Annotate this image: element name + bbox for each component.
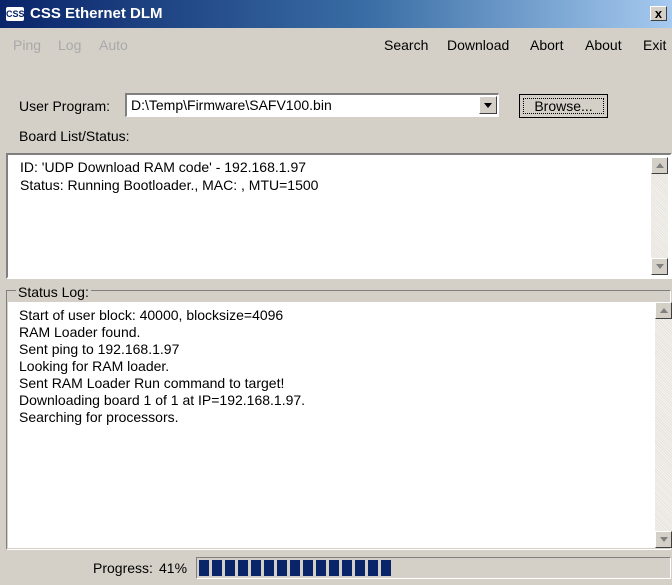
status-log-line: Sent RAM Loader Run command to target! [19, 375, 285, 391]
menu-abort[interactable]: Abort [530, 37, 563, 53]
close-icon: x [654, 6, 663, 21]
menu-ping: Ping [13, 37, 42, 53]
chevron-down-icon [484, 103, 492, 108]
user-program-combo[interactable]: D:\Temp\Firmware\SAFV100.bin [125, 93, 499, 117]
status-log-panel[interactable]: Start of user block: 40000, blocksize=40… [8, 302, 672, 548]
close-button[interactable]: x [650, 6, 667, 21]
arrow-up-icon [660, 308, 668, 313]
board-list-line: Status: Running Bootloader., MAC: , MTU=… [20, 177, 319, 193]
board-list-label: Board List/Status: [19, 128, 130, 144]
scroll-up-button[interactable] [651, 157, 668, 174]
status-log-scrollbar[interactable] [655, 302, 672, 548]
scroll-up-button[interactable] [655, 302, 672, 319]
status-log-line: Looking for RAM loader. [19, 358, 170, 374]
scroll-down-button[interactable] [655, 531, 672, 548]
menu-auto: Auto [99, 37, 128, 53]
menu-log: Log [58, 37, 82, 53]
status-log-line: Downloading board 1 of 1 at IP=192.168.1… [19, 392, 306, 408]
app-logo-icon: CSS [6, 7, 25, 21]
progress-label: Progress: [93, 560, 153, 576]
user-program-label: User Program: [19, 98, 111, 114]
status-log-line: RAM Loader found. [19, 324, 141, 340]
combo-dropdown-button[interactable] [479, 96, 497, 114]
progress-fill [199, 560, 391, 576]
menu-bar: Ping Log Auto Search Download Abort Abou… [0, 33, 672, 57]
browse-button[interactable]: Browse... [519, 94, 608, 118]
arrow-up-icon [656, 163, 664, 168]
menu-exit[interactable]: Exit [643, 37, 666, 53]
board-list-line: ID: 'UDP Download RAM code' - 192.168.1.… [20, 159, 307, 175]
status-log-line: Searching for processors. [19, 409, 179, 425]
progress-percent: 41% [159, 560, 188, 576]
menu-download[interactable]: Download [447, 37, 509, 53]
menu-about[interactable]: About [585, 37, 622, 53]
status-log-line: Sent ping to 192.168.1.97 [19, 341, 180, 357]
scroll-down-button[interactable] [651, 258, 668, 275]
status-log-line: Start of user block: 40000, blocksize=40… [19, 307, 284, 323]
status-log-label: Status Log: [16, 284, 91, 300]
menu-search[interactable]: Search [384, 37, 428, 53]
user-program-value: D:\Temp\Firmware\SAFV100.bin [131, 97, 332, 113]
arrow-down-icon [656, 264, 664, 269]
board-list-scrollbar[interactable] [651, 157, 668, 275]
browse-button-label: Browse... [523, 98, 604, 114]
title-bar[interactable]: CSS CSS Ethernet DLM x [0, 0, 672, 28]
arrow-down-icon [660, 537, 668, 542]
board-list-panel[interactable]: ID: 'UDP Download RAM code' - 192.168.1.… [6, 153, 672, 279]
window-title: CSS Ethernet DLM [30, 5, 163, 22]
progress-bar [196, 557, 671, 579]
